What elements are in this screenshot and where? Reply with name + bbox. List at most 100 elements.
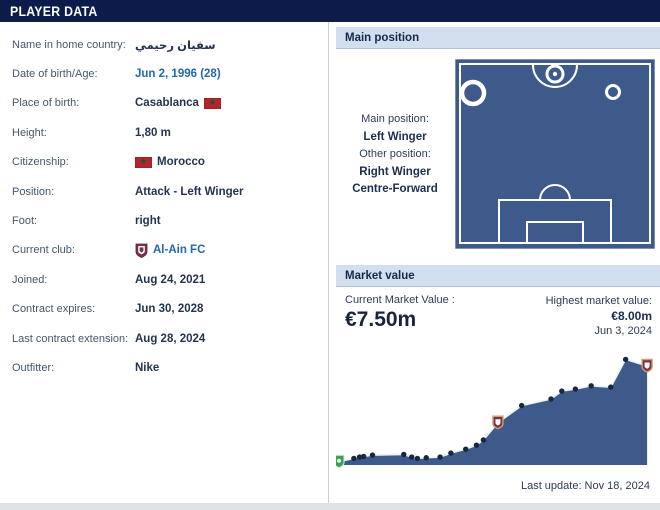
market-value-point[interactable] <box>608 384 613 389</box>
info-value-joined: Aug 24, 2021 <box>135 274 205 286</box>
al-ain-crest-marker-icon[interactable] <box>642 360 652 373</box>
info-row-last-contract-extension: Last contract extension:Aug 28, 2024 <box>0 324 328 353</box>
main-position-panel: Main position Main position: Left Winger… <box>336 27 660 260</box>
market-value-point[interactable] <box>481 437 486 442</box>
info-value-last-contract-extension: Aug 28, 2024 <box>135 333 205 345</box>
market-value-point[interactable] <box>415 456 420 461</box>
raja-crest-marker-icon[interactable] <box>336 455 344 468</box>
market-value-point[interactable] <box>448 450 453 455</box>
highest-market-value-date: Jun 3, 2024 <box>546 324 652 339</box>
info-label-citizenship: Citizenship: <box>12 156 135 168</box>
info-row-foot: Foot:right <box>0 206 328 235</box>
market-value-header-label: Market value <box>345 270 415 282</box>
info-label-outfitter: Outfitter: <box>12 362 135 374</box>
market-value-point[interactable] <box>401 452 406 457</box>
info-value-text: Jun 30, 2028 <box>135 303 203 315</box>
right-column: Main position Main position: Left Winger… <box>336 22 660 492</box>
info-value-date-of-birth-age[interactable]: Jun 2, 1996 (28) <box>135 68 221 80</box>
other-position-label: Other position: <box>336 146 454 164</box>
player-data-page: PLAYER DATA Name in home country:سفيان ر… <box>0 0 660 510</box>
info-row-joined: Joined:Aug 24, 2021 <box>0 265 328 294</box>
market-value-header: Market value <box>336 265 660 287</box>
bottom-strip <box>0 503 660 510</box>
info-row-position: Position:Attack - Left Winger <box>0 177 328 206</box>
market-value-point[interactable] <box>588 383 593 388</box>
info-row-contract-expires: Contract expires:Jun 30, 2028 <box>0 295 328 324</box>
info-value-text: Morocco <box>157 156 205 168</box>
market-value-panel: Market value Current Market Value : €7.5… <box>336 265 660 492</box>
info-label-position: Position: <box>12 186 135 198</box>
info-value-height: 1,80 m <box>135 127 171 139</box>
main-position-body: Main position: Left Winger Other positio… <box>336 49 660 260</box>
info-value-text: سفيان رحيمي <box>135 38 216 52</box>
market-value-point[interactable] <box>623 357 628 362</box>
right-winger-marker <box>607 86 620 99</box>
al-ain-crest-marker-icon[interactable] <box>493 416 503 429</box>
market-value-point[interactable] <box>463 446 468 451</box>
info-label-foot: Foot: <box>12 215 135 227</box>
info-label-date-of-birth-age: Date of birth/Age: <box>12 68 135 80</box>
info-value-citizenship: Morocco <box>135 156 205 168</box>
market-value-point[interactable] <box>559 388 564 393</box>
main-position-label: Main position: <box>336 111 454 129</box>
info-label-name-in-home-country: Name in home country: <box>12 39 135 51</box>
info-value-contract-expires: Jun 30, 2028 <box>135 303 203 315</box>
other-position-value-1: Right Winger <box>336 164 454 182</box>
market-value-point[interactable] <box>548 396 553 401</box>
market-value-chart[interactable] <box>336 351 660 475</box>
info-value-text[interactable]: Jun 2, 1996 (28) <box>135 68 221 80</box>
page-title: PLAYER DATA <box>10 3 98 19</box>
market-value-point[interactable] <box>409 454 414 459</box>
info-label-contract-expires: Contract expires: <box>12 303 135 315</box>
info-label-place-of-birth: Place of birth: <box>12 97 135 109</box>
info-label-current-club: Current club: <box>12 244 135 256</box>
info-row-date-of-birth-age: Date of birth/Age:Jun 2, 1996 (28) <box>0 59 328 88</box>
info-value-text: Aug 24, 2021 <box>135 274 205 286</box>
info-row-current-club: Current club: Al-Ain FC <box>0 236 328 265</box>
info-value-text: Casablanca <box>135 97 199 109</box>
info-label-height: Height: <box>12 127 135 139</box>
info-label-last-contract-extension: Last contract extension: <box>12 333 135 345</box>
main-position-header: Main position <box>336 27 660 49</box>
info-value-foot: right <box>135 215 161 227</box>
info-row-outfitter: Outfitter:Nike <box>0 353 328 382</box>
morocco-flag-icon <box>204 98 221 109</box>
info-row-name-in-home-country: Name in home country:سفيان رحيمي <box>0 30 328 59</box>
left-winger-marker <box>462 82 484 104</box>
page-title-bar: PLAYER DATA <box>0 0 660 22</box>
morocco-flag-icon <box>135 157 152 168</box>
highest-market-value-block: Highest market value: €8.00m Jun 3, 2024 <box>546 294 652 339</box>
pitch-graphic <box>455 59 655 249</box>
current-market-value-block: Current Market Value : €7.50m <box>345 294 455 339</box>
info-value-name-in-home-country: سفيان رحيمي <box>135 38 216 52</box>
other-position-value-2: Centre-Forward <box>336 181 454 199</box>
info-value-text: 1,80 m <box>135 127 171 139</box>
info-value-text: Aug 28, 2024 <box>135 333 205 345</box>
info-value-text: right <box>135 215 161 227</box>
market-value-point[interactable] <box>370 452 375 457</box>
info-value-text: Nike <box>135 362 159 374</box>
info-row-height: Height:1,80 m <box>0 118 328 147</box>
position-text-block: Main position: Left Winger Other positio… <box>336 111 454 199</box>
player-info-panel: Name in home country:سفيان رحيميDate of … <box>0 22 328 383</box>
main-position-value: Left Winger <box>336 129 454 147</box>
info-value-current-club[interactable]: Al-Ain FC <box>135 243 205 258</box>
market-value-point[interactable] <box>361 454 366 459</box>
market-value-point[interactable] <box>437 454 442 459</box>
market-value-point[interactable] <box>573 386 578 391</box>
info-label-joined: Joined: <box>12 274 135 286</box>
market-value-body: Current Market Value : €7.50m Highest ma… <box>336 287 660 492</box>
info-value-position: Attack - Left Winger <box>135 186 244 198</box>
market-value-point[interactable] <box>474 443 479 448</box>
market-value-point[interactable] <box>519 403 524 408</box>
market-value-point[interactable] <box>351 456 356 461</box>
column-divider <box>328 22 329 503</box>
info-value-text: Attack - Left Winger <box>135 186 244 198</box>
info-value-text[interactable]: Al-Ain FC <box>153 244 205 256</box>
current-market-value: €7.50m <box>345 308 455 332</box>
main-position-header-label: Main position <box>345 32 419 44</box>
info-row-place-of-birth: Place of birth:Casablanca <box>0 89 328 118</box>
market-value-point[interactable] <box>424 455 429 460</box>
al-ain-crest-icon <box>135 243 148 258</box>
centre-forward-marker-dot <box>553 72 557 76</box>
